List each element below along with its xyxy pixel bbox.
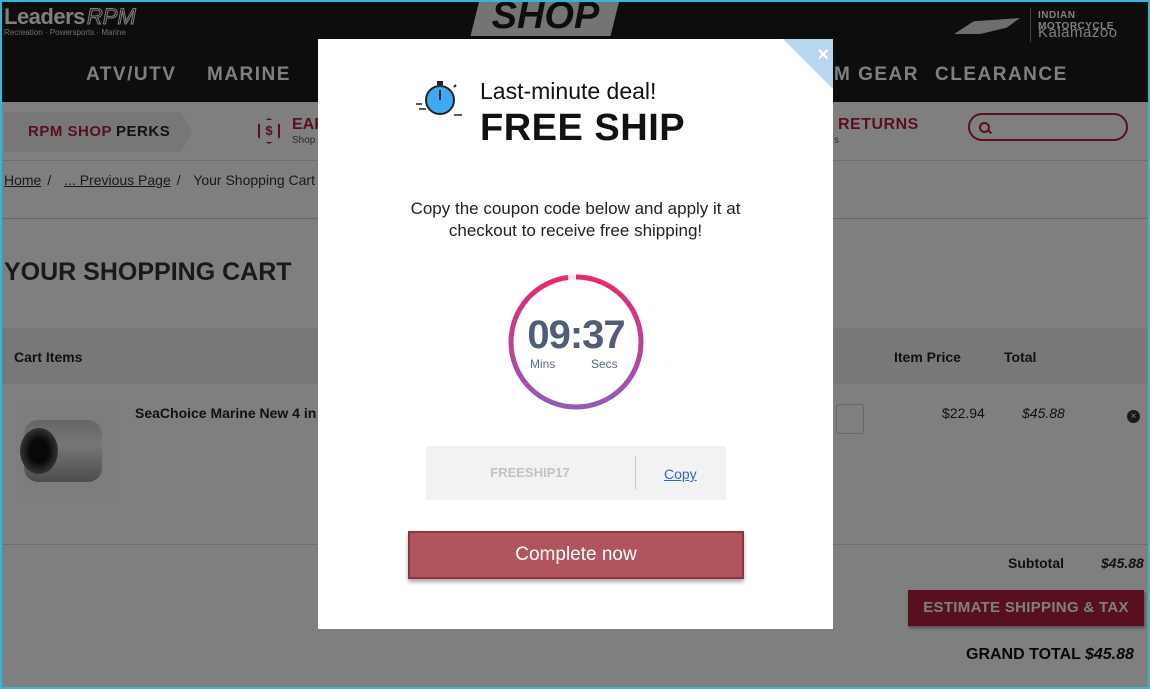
coupon-divider xyxy=(635,456,636,490)
stopwatch-icon xyxy=(416,81,462,116)
modal-headline: Last-minute deal! xyxy=(480,78,657,104)
copy-coupon-link[interactable]: Copy xyxy=(664,466,697,482)
coupon-box: FREESHIP17 Copy xyxy=(426,446,726,500)
browser-viewport: LeadersRPM Recreation · Powersports · Ma… xyxy=(0,0,1150,689)
countdown-mins-label: Mins xyxy=(530,357,556,371)
free-ship-modal: × Last-minute deal! FREE SHIP Copy the c… xyxy=(318,39,833,629)
modal-title: FREE SHIP xyxy=(480,107,686,149)
coupon-code[interactable]: FREESHIP17 xyxy=(426,446,634,500)
countdown-secs-label: Secs xyxy=(591,357,618,371)
countdown-time: 09:37 xyxy=(527,313,625,357)
modal-description: Copy the coupon code below and apply it … xyxy=(410,199,741,240)
close-icon[interactable]: × xyxy=(817,45,829,65)
complete-now-button[interactable]: Complete now xyxy=(408,531,744,579)
